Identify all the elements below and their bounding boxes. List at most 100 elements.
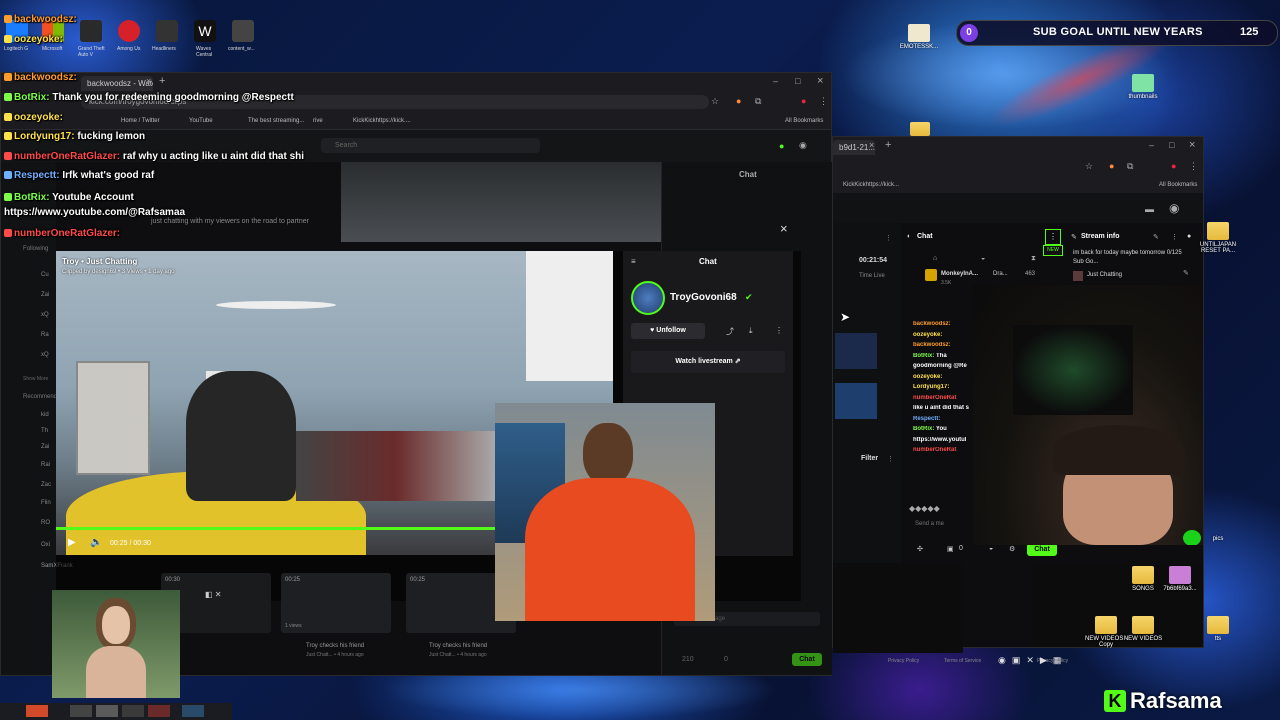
dashboard-profile-icon[interactable]: ◉ — [1169, 202, 1179, 214]
sidebar-user[interactable]: Cu — [41, 272, 49, 278]
sidebar-user[interactable]: xQ — [41, 312, 49, 318]
download-icon[interactable]: ⤓ — [749, 326, 753, 336]
kick-notification-icon[interactable]: ● — [779, 142, 784, 151]
kick-search-input[interactable]: Search — [321, 138, 540, 153]
share-icon[interactable]: ⤴ — [726, 326, 734, 337]
tab-close-icon[interactable]: × — [869, 141, 874, 150]
sidebar-user[interactable]: Zai — [41, 444, 49, 450]
folder-icon[interactable] — [910, 122, 930, 136]
stream-info-menu-icon[interactable]: ⋮ — [1171, 233, 1178, 241]
unfollow-button[interactable]: ♥ Unfollow — [631, 323, 705, 339]
top-user-name[interactable]: MonkeyInA... — [941, 271, 978, 277]
desktop-icon-pics[interactable]: pics — [1196, 536, 1240, 542]
new-tab-icon[interactable]: + — [885, 140, 891, 151]
category-name[interactable]: Just Chatting — [1087, 272, 1122, 278]
webcam-feed — [973, 285, 1203, 545]
bookmark-star-icon[interactable]: ☆ — [1085, 162, 1093, 171]
person-figure — [186, 371, 296, 501]
clip-modal-close-icon[interactable]: × — [780, 222, 788, 235]
sidebar-user[interactable]: RO — [41, 520, 50, 526]
all-bookmarks[interactable]: All Bookmarks — [785, 118, 823, 124]
taskbar-app[interactable] — [148, 705, 170, 717]
bookmark-kick[interactable]: KickKickhttps://kick... — [843, 182, 899, 188]
clip-card-title[interactable]: Troy checks his friend — [429, 643, 487, 649]
chat-message: backwoodsz: — [4, 14, 77, 25]
extensions-puzzle-icon[interactable]: ⧉ — [755, 97, 761, 106]
profile-avatar-icon[interactable]: ● — [801, 97, 806, 106]
taskbar-app[interactable] — [182, 705, 204, 717]
settings-gear-icon[interactable]: ⚙ — [1009, 545, 1015, 553]
extension-icon[interactable]: ● — [1109, 162, 1114, 171]
clip-card-title[interactable]: Troy checks his friend — [306, 643, 364, 649]
dashboard-send-input[interactable]: Send a me — [915, 518, 965, 530]
channel-name[interactable]: TroyGovoni68 — [670, 292, 737, 303]
desktop-icon-emotes[interactable]: EMOTESSK... — [897, 24, 941, 50]
filter-menu-icon[interactable]: ⋮ — [887, 455, 894, 463]
privacy-policy-link[interactable]: Privacy Policy — [888, 658, 919, 664]
chat-bubble-icon[interactable]: ◒ — [981, 255, 985, 262]
emote-picker-icon[interactable]: ✣ — [917, 545, 923, 553]
portrait-face — [102, 606, 130, 644]
chat-bubble-icon[interactable]: ◒ — [989, 545, 993, 552]
category-thumb — [1073, 271, 1083, 281]
desktop-icon-thumbnails[interactable]: thumbnails — [1121, 74, 1165, 100]
chat-toggle-icon[interactable]: ≡ — [631, 257, 636, 266]
volume-icon[interactable]: 🔈 — [90, 537, 102, 548]
bookmark-star-icon[interactable]: ☆ — [711, 97, 719, 106]
sidebar-user[interactable]: Oxi — [41, 542, 50, 548]
terms-link[interactable]: Terms of Service — [944, 658, 981, 664]
hourglass-icon[interactable]: ⧗ — [1031, 255, 1036, 263]
sidebar-user[interactable]: Rai — [41, 462, 50, 468]
browser-menu-icon[interactable]: ⋮ — [819, 97, 828, 106]
browser-menu-icon[interactable]: ⋮ — [1189, 162, 1198, 171]
dashboard-notification-icon[interactable]: ▬ — [1145, 205, 1154, 214]
profile-avatar-icon[interactable]: ● — [1171, 162, 1176, 171]
kick-profile-icon[interactable]: ◉ — [799, 141, 807, 150]
desktop-icon-tts[interactable]: tts — [1196, 616, 1240, 642]
desktop-icon-new-videos[interactable]: NEW VIDEOS — [1121, 616, 1165, 642]
chat-options-button[interactable]: ⋮ — [1045, 229, 1061, 245]
emote-row[interactable]: ◆◆◆◆◆ — [909, 504, 940, 513]
taskbar-app[interactable] — [26, 705, 48, 717]
social-icons-row[interactable]: ◉▣✕▶▦ — [998, 655, 1067, 666]
minimize-icon[interactable]: – — [773, 77, 778, 86]
window-close-icon[interactable]: × — [817, 76, 823, 87]
desktop-icon-image[interactable]: 7b6bf69a3... — [1158, 566, 1202, 592]
maximize-icon[interactable]: □ — [1169, 141, 1174, 150]
taskbar-app[interactable] — [96, 705, 118, 717]
sidebar-user[interactable]: kid — [41, 412, 49, 418]
show-more-link[interactable]: Show More — [23, 376, 48, 382]
bookmark-kick[interactable]: KickKickhttps://kick.... — [353, 118, 411, 124]
stats-menu-icon[interactable]: ⋮ — [885, 234, 892, 242]
chat-username: numberOneRatGlazer: — [14, 151, 121, 162]
taskbar-app[interactable] — [122, 705, 144, 717]
sidebar-user[interactable]: Flin — [41, 500, 51, 506]
extension-icon[interactable]: ● — [736, 97, 741, 106]
sidebar-user[interactable]: Zai — [41, 292, 49, 298]
taskbar-app[interactable] — [70, 705, 92, 717]
more-options-icon[interactable]: ⋮ — [775, 326, 783, 335]
play-icon[interactable]: ▶ — [68, 537, 76, 548]
channel-avatar[interactable] — [631, 281, 665, 315]
stream-info-edit-icon[interactable]: ✎ — [1153, 233, 1159, 241]
extensions-puzzle-icon[interactable]: ⧉ — [1127, 162, 1133, 171]
minimize-icon[interactable]: – — [1149, 141, 1154, 150]
desktop-icon-untiljapan[interactable]: UNTILJAPAN RESET PA... — [1196, 222, 1240, 254]
top-user-2[interactable]: Dra... — [993, 271, 1008, 277]
sidebar-user[interactable]: xQ — [41, 352, 49, 358]
watch-livestream-button[interactable]: Watch livestream ⇗ — [631, 351, 785, 373]
sidebar-user[interactable]: Ra — [41, 332, 49, 338]
pip-controls-icon[interactable]: ◧ ✕ — [205, 590, 221, 599]
all-bookmarks[interactable]: All Bookmarks — [1159, 182, 1197, 188]
filter-label[interactable]: Filter — [861, 455, 878, 462]
maximize-icon[interactable]: □ — [795, 77, 800, 86]
info-icon[interactable]: ● — [1187, 233, 1191, 240]
stream-info-title: Stream info — [1081, 233, 1120, 240]
chat-send-button-dim[interactable]: Chat — [792, 653, 822, 666]
window-close-icon[interactable]: × — [1189, 140, 1195, 151]
clip-card[interactable]: 00:25 1 views — [281, 573, 391, 633]
sidebar-user[interactable]: Zac — [41, 482, 51, 488]
sidebar-user[interactable]: Th — [41, 428, 48, 434]
edit-category-icon[interactable]: ✎ — [1183, 269, 1189, 277]
pin-icon[interactable]: ⌂ — [933, 255, 937, 262]
